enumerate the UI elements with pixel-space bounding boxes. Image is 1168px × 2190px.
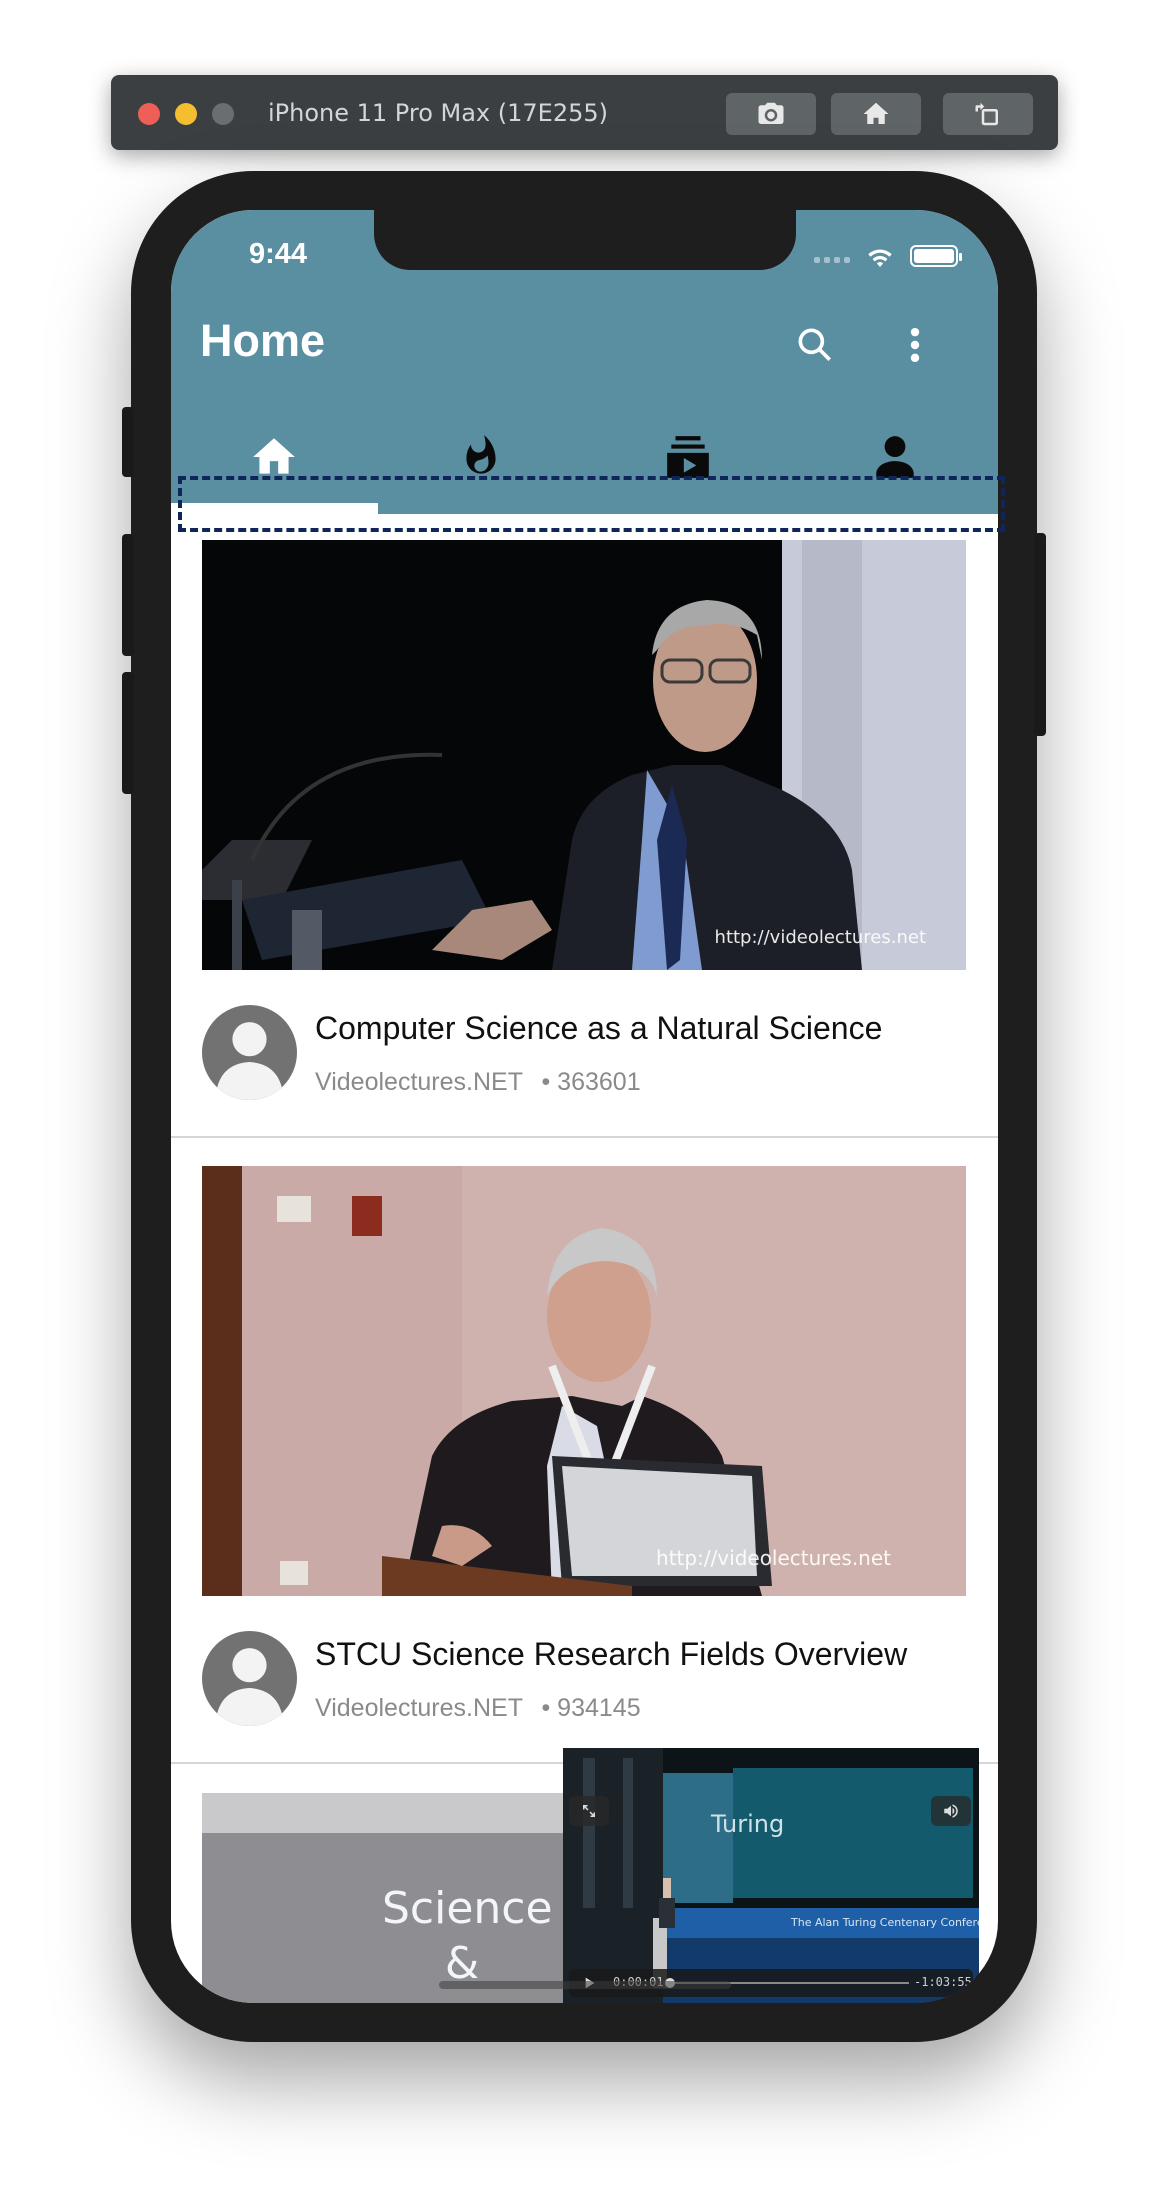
mini-player-video [563,1748,979,2003]
view-count: • 363601 [541,1068,641,1096]
video-meta: Videolectures.NET • 934145 [315,1694,641,1723]
status-time: 9:44 [249,238,308,270]
video-thumbnail[interactable]: http://videolectures.net [202,540,966,970]
video-card[interactable]: http://videolectures.net Computer Scienc… [171,540,998,1100]
conference-banner-text: The Alan Turing Centenary Conference [791,1916,979,1929]
tab-home[interactable] [171,420,378,514]
card-divider [171,1136,998,1138]
tab-account[interactable] [791,420,998,514]
channel-name[interactable]: Videolectures.NET [315,1068,523,1096]
home-button[interactable] [831,93,921,135]
person-icon [875,436,914,478]
rotate-button[interactable] [943,93,1033,135]
simulator-toolbar: iPhone 11 Pro Max (17E255) [111,75,1058,150]
video-title[interactable]: Computer Science as a Natural Science [315,1010,882,1047]
search-icon [798,328,831,361]
slide-text: Turing [711,1810,785,1838]
home-indicator [439,1981,731,1989]
camera-icon [758,102,784,124]
thumbnail-watermark: http://videolectures.net [714,927,926,948]
power-button [1034,533,1046,736]
expand-icon [583,1805,595,1817]
volume-button[interactable] [931,1796,971,1826]
more-options-button[interactable] [887,317,943,373]
fire-icon [466,435,496,474]
channel-avatar[interactable] [202,1631,297,1726]
minimize-window-button[interactable] [175,103,197,125]
video-meta: Videolectures.NET • 363601 [315,1068,641,1097]
house-icon [863,102,889,124]
default-avatar-icon [215,1022,284,1100]
default-avatar-icon [215,1648,284,1726]
lecture-thumbnail-image [202,540,966,970]
tab-indicator [171,503,378,514]
signal-icon [814,249,850,263]
home-icon [253,438,296,474]
video-title[interactable]: STCU Science Research Fields Overview [315,1636,907,1673]
search-button[interactable] [787,317,843,373]
volume-icon [944,1804,958,1818]
tab-trending[interactable] [378,420,585,514]
view-count: • 934145 [541,1694,641,1722]
simulator-title: iPhone 11 Pro Max (17E255) [268,99,608,127]
phone-screen: 9:44 Home http://videolectures.net Compu… [171,210,998,2003]
battery-icon [910,245,962,267]
fullscreen-button[interactable] [569,1796,609,1826]
mini-player[interactable]: Turing The Alan Turing Centenary Confere… [563,1748,979,2003]
screenshot-button[interactable] [726,93,816,135]
volume-up-button [122,534,134,656]
lecture-thumbnail-image [202,1166,966,1596]
phone-notch [374,210,796,270]
more-vertical-icon [910,327,920,363]
thumbnail-watermark: http://videolectures.net [656,1546,891,1570]
channel-avatar[interactable] [202,1005,297,1100]
wifi-icon [868,249,892,268]
status-icons [814,243,962,269]
page-title: Home [200,315,326,366]
channel-name[interactable]: Videolectures.NET [315,1694,523,1722]
zoom-window-button[interactable] [212,103,234,125]
volume-down-button [122,672,134,794]
video-card[interactable]: http://videolectures.net STCU Science Re… [171,1166,998,1726]
tab-bar [171,420,998,514]
video-thumbnail[interactable]: http://videolectures.net [202,1166,966,1596]
tab-subscriptions[interactable] [585,420,792,514]
rotate-icon [975,102,998,126]
remaining-time: -1:03:55 [914,1975,972,1989]
thumbnail-text: Science [382,1883,553,1934]
mute-switch [122,407,134,477]
close-window-button[interactable] [138,103,160,125]
subscriptions-icon [667,436,709,478]
